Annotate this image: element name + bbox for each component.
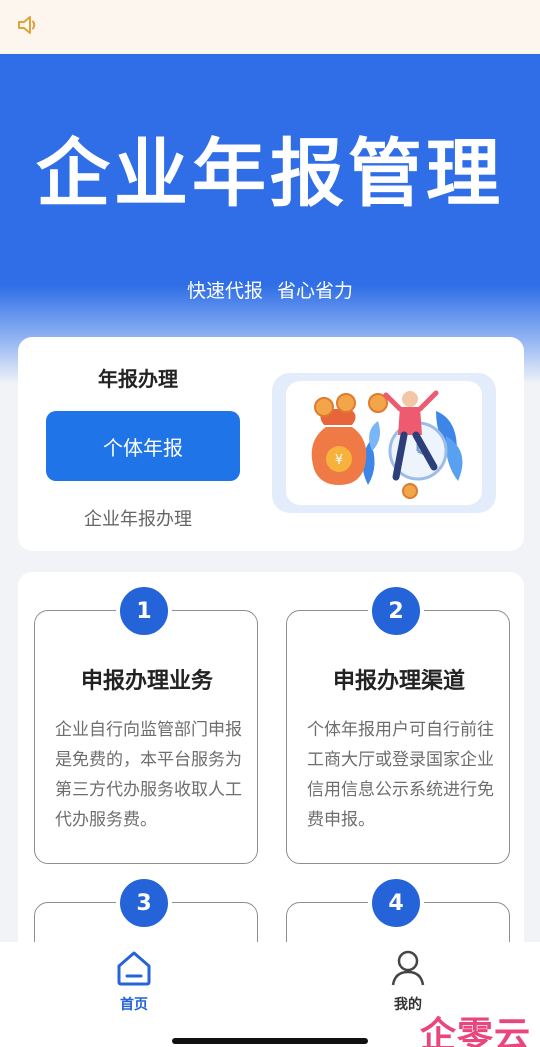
illustration-frame: ¥ [272,373,496,513]
feature-number-badge: 3 [116,875,172,931]
annual-report-card: 年报办理 个体年报 企业年报办理 ¥ [18,337,524,551]
feature-title: 申报办理渠道 [332,669,465,694]
feature-description: 个体年报用户可自行前往 工商大厅或登录国家企业 信用信息公示系统进行免费申报。 [307,720,494,830]
feature-item-1: 申报办理业务 企业自行向监管部门申报是免费的，本平台服务为第三方代办服务收取人工… [34,610,258,864]
enterprise-report-link[interactable]: 企业年报办理 [84,505,192,531]
feature-description: 企业自行向监管部门申报是免费的，本平台服务为第三方代办服务收取人工代办服务费。 [55,720,242,830]
bottom-tab-bar: 首页 我的 企零云 [0,942,540,1047]
hero-title: 企业年报管理 [36,131,504,217]
hero-banner: 企业年报管理 快速代报 省心省力 [0,54,540,384]
money-bag-illustration: ¥ [286,381,482,505]
tab-mine[interactable]: 我的 [368,948,448,1014]
home-indicator [172,1038,368,1044]
individual-report-button[interactable]: 个体年报 [46,411,240,481]
brand-watermark: 企零云 [420,1015,532,1047]
tab-home[interactable]: 首页 [94,948,174,1014]
tab-label: 首页 [120,997,148,1013]
feature-number-badge: 4 [368,875,424,931]
feature-item-2: 申报办理渠道 个体年报用户可自行前往 工商大厅或登录国家企业 信用信息公示系统进… [286,610,510,864]
notice-bar [0,0,540,54]
hero-subtitle: 快速代报 省心省力 [186,280,354,302]
home-icon [114,951,154,992]
card-title: 年报办理 [98,367,178,391]
features-card: 申报办理业务 企业自行向监管部门申报是免费的，本平台服务为第三方代办服务收取人工… [18,572,524,992]
user-icon [388,950,428,992]
svg-text:¥: ¥ [335,453,343,468]
speaker-icon[interactable] [16,14,40,40]
feature-number-badge: 1 [116,583,172,639]
feature-title: 申报办理业务 [80,669,213,694]
feature-number-badge: 2 [368,583,424,639]
